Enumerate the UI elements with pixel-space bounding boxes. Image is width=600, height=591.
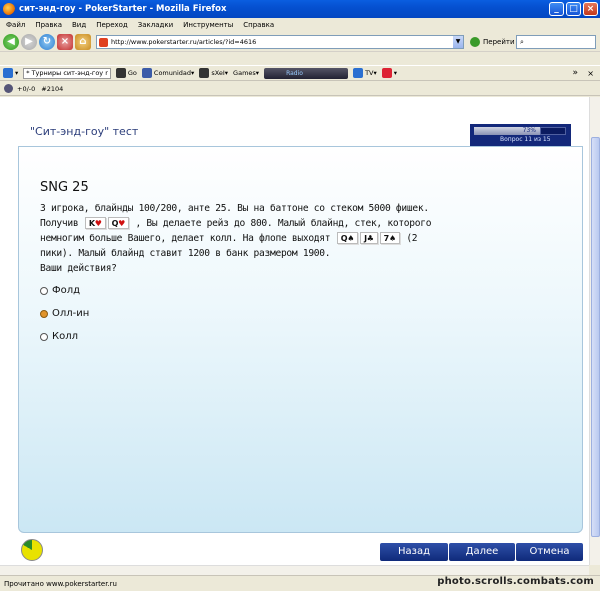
search-icon: ⌕ xyxy=(520,37,524,46)
addon-icon[interactable] xyxy=(4,84,13,93)
go-button[interactable]: Перейти xyxy=(470,35,515,49)
menu-go[interactable]: Переход xyxy=(96,21,128,29)
progress-label: Вопрос 11 из 15 xyxy=(500,136,551,143)
social-icon xyxy=(381,68,392,78)
comunidad-icon xyxy=(141,68,152,78)
home-icon[interactable]: ⌂ xyxy=(75,33,91,50)
cancel-button[interactable]: Отмена xyxy=(516,543,583,561)
addon-toolbar: +0/-0 #2104 xyxy=(0,82,600,96)
tournaments-select[interactable]: * Турниры сит-энд-гоу r xyxy=(23,67,111,79)
quiz-title: "Сит-энд-гоу" тест xyxy=(30,125,139,138)
window-titlebar: сит-энд-гоу - PokerStarter - Mozilla Fir… xyxy=(0,0,600,18)
radio-player[interactable]: Radio xyxy=(264,67,349,79)
option-allin[interactable]: Олл-ин xyxy=(40,308,89,319)
question-line-1: 3 игрока, блайнды 100/200, анте 25. Вы н… xyxy=(40,203,429,214)
firefox-icon xyxy=(3,3,15,15)
sxei-icon xyxy=(199,68,210,78)
hole-card-2: Q♥ xyxy=(107,217,129,229)
navigation-toolbar: ◀ ▶ ↻ × ⌂ http://www.pokerstarter.ru/art… xyxy=(0,32,600,52)
toolbar-close-icon[interactable]: × xyxy=(587,69,594,78)
search-input[interactable]: ⌕ xyxy=(516,35,596,49)
back-button[interactable]: Назад xyxy=(380,543,448,561)
progress-percent: 73% xyxy=(522,127,536,134)
toolbar-logo-icon xyxy=(3,68,13,78)
watermark: photo.scrolls.combats.com xyxy=(437,576,594,587)
next-button[interactable]: Далее xyxy=(449,543,515,561)
toolbar-overflow-icon[interactable]: » xyxy=(572,68,578,78)
question-title: SNG 25 xyxy=(40,180,89,195)
go-arrow-icon xyxy=(470,37,480,47)
question-line-5: Ваши действия? xyxy=(40,263,117,274)
timer-pie-icon xyxy=(21,539,43,561)
menu-edit[interactable]: Правка xyxy=(35,21,62,29)
menu-bookmarks[interactable]: Закладки xyxy=(138,21,173,29)
addon-id[interactable]: #2104 xyxy=(41,85,63,93)
flop-card-1: Q♠ xyxy=(336,232,359,244)
option-call-radio[interactable] xyxy=(40,332,48,341)
menu-bar: Файл Правка Вид Переход Закладки Инструм… xyxy=(0,18,600,32)
site-favicon-icon xyxy=(99,37,108,47)
url-text[interactable]: http://www.pokerstarter.ru/articles/?id=… xyxy=(111,38,453,46)
bookmark-sxei[interactable]: sXeI ▾ xyxy=(199,68,228,78)
back-icon[interactable]: ◀ xyxy=(3,33,19,50)
menu-help[interactable]: Справка xyxy=(243,21,274,29)
progress-remaining xyxy=(540,127,566,135)
hole-card-1: K♥ xyxy=(84,217,106,229)
url-bar[interactable]: http://www.pokerstarter.ru/articles/?id=… xyxy=(96,35,464,49)
horizontal-scrollbar[interactable] xyxy=(0,565,589,575)
vote-counter: +0/-0 xyxy=(17,84,36,93)
quiz-navigation: Назад Далее Отмена xyxy=(380,543,584,561)
status-text: Прочитано www.pokerstarter.ru xyxy=(4,579,117,588)
option-fold[interactable]: Фолд xyxy=(40,285,80,296)
flop-card-3: 7♠ xyxy=(379,232,400,244)
bookmark-go[interactable]: Go xyxy=(115,68,137,78)
stop-icon[interactable]: × xyxy=(57,33,73,50)
bookmark-toolbar-menu[interactable]: ▾ xyxy=(3,68,18,78)
window-title: сит-энд-гоу - PokerStarter - Mozilla Fir… xyxy=(19,4,227,14)
bookmark-social[interactable]: ▾ xyxy=(381,68,397,78)
go-label: Перейти xyxy=(483,38,515,46)
reload-icon[interactable]: ↻ xyxy=(39,33,55,50)
maximize-button[interactable]: □ xyxy=(566,2,581,16)
progress-bar: 73% xyxy=(474,127,540,135)
vertical-scrollbar[interactable] xyxy=(589,97,600,565)
question-line-3: немногим больше Вашего, делает колл. На … xyxy=(40,232,418,244)
option-allin-radio[interactable] xyxy=(40,309,48,318)
progress-box: 73% Вопрос 11 из 15 xyxy=(470,124,571,146)
menu-file[interactable]: Файл xyxy=(6,21,25,29)
option-fold-radio[interactable] xyxy=(40,286,48,295)
question-line-4: пики). Малый блайнд ставит 1200 в банк р… xyxy=(40,248,331,259)
bookmark-games[interactable]: Games ▾ xyxy=(233,69,259,77)
bookmarks-toolbar: ▾ * Турниры сит-энд-гоу r Go Comunidad ▾ … xyxy=(0,65,600,81)
question-text: 3 игрока, блайнды 100/200, анте 25. Вы н… xyxy=(40,201,510,276)
menu-view[interactable]: Вид xyxy=(72,21,86,29)
close-button[interactable]: × xyxy=(583,2,598,16)
menu-tools[interactable]: Инструменты xyxy=(183,21,233,29)
flop-card-2: J♣ xyxy=(360,232,378,244)
scrollbar-thumb[interactable] xyxy=(591,137,600,537)
url-dropdown-icon[interactable]: ▼ xyxy=(453,36,463,48)
option-call[interactable]: Колл xyxy=(40,331,78,342)
minimize-button[interactable]: _ xyxy=(549,2,564,16)
tv-icon xyxy=(353,68,364,78)
question-line-2: Получив K♥ Q♥ , Вы делаете рейз до 800. М… xyxy=(40,217,432,229)
go-bookmark-icon xyxy=(115,68,126,78)
forward-icon[interactable]: ▶ xyxy=(21,33,37,50)
bookmark-comunidad[interactable]: Comunidad ▾ xyxy=(141,68,194,78)
bookmark-tv[interactable]: TV ▾ xyxy=(353,68,377,78)
